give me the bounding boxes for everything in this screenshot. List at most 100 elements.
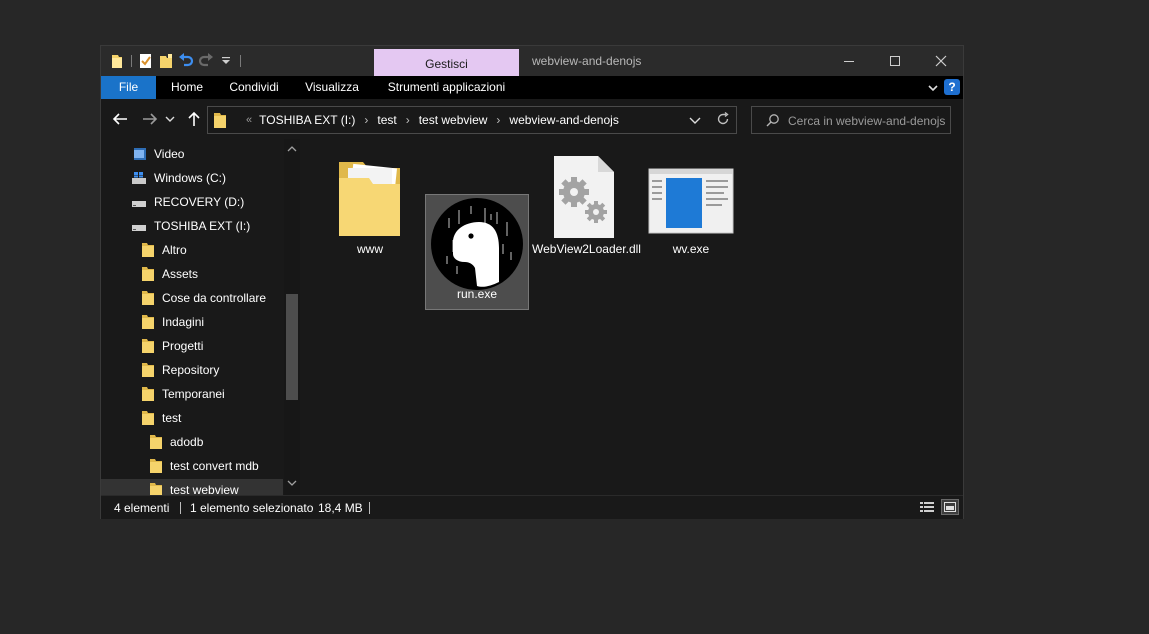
folder-icon [150,483,162,495]
large-icons-view-button[interactable] [941,499,959,515]
nav-item-label: RECOVERY (D:) [154,195,245,209]
drive-icon [132,201,146,207]
arrow-up-icon [188,111,200,126]
nav-item-toshiba-ext[interactable]: TOSHIBA EXT (I:) [131,215,250,237]
navigation-pane[interactable]: Video Windows (C:) RECOVERY (D:) TOSHIBA… [101,139,301,495]
file-item-wv-exe[interactable]: wv.exe [639,150,743,266]
scroll-up-button[interactable] [285,143,299,157]
file-item-www[interactable]: www [318,150,422,266]
recent-locations-button[interactable] [163,109,177,129]
file-item-webview2loader-dll[interactable]: WebView2Loader.dll [532,150,641,266]
address-history-button[interactable] [689,115,701,129]
forward-button[interactable] [139,109,161,129]
new-folder-icon[interactable] [158,53,174,69]
quick-access-toolbar [109,52,243,70]
large-icons-view-icon [944,502,956,512]
file-name: wv.exe [672,242,710,256]
nav-item-label: Progetti [162,339,204,353]
nav-item-label: adodb [170,435,204,449]
nav-item-indagini[interactable]: Indagini [141,311,204,333]
address-bar[interactable]: « TOSHIBA EXT (I:) › test › test webview… [207,106,737,134]
chevron-right-icon[interactable]: › [496,113,500,127]
nav-item-label: test webview [170,483,239,495]
search-box[interactable] [751,106,951,134]
details-view-icon [920,502,934,512]
breadcrumb-item[interactable]: TOSHIBA EXT (I:) [259,113,355,127]
maximize-button[interactable] [872,46,918,76]
breadcrumb-item[interactable]: webview-and-denojs [509,113,618,127]
folder-icon [142,243,154,257]
ribbon-expand-button[interactable] [927,82,939,94]
breadcrumb-overflow[interactable]: « [246,114,252,126]
search-input[interactable] [786,111,950,131]
folder-icon [142,267,154,281]
nav-item-recovery-d[interactable]: RECOVERY (D:) [131,191,244,213]
folder-icon [150,435,162,449]
breadcrumb-item[interactable]: test webview [419,113,488,127]
nav-item-test-convert-mdb[interactable]: test convert mdb [149,455,259,477]
arrow-right-icon [143,113,158,125]
nav-item-temporanei[interactable]: Temporanei [141,383,225,405]
nav-item-altro[interactable]: Altro [141,239,187,261]
redo-icon[interactable] [198,53,214,69]
selection-info: 1 elemento selezionato [190,501,314,515]
nav-item-adodb[interactable]: adodb [149,431,203,453]
nav-item-label: Temporanei [162,387,225,401]
refresh-icon [717,111,729,125]
arrow-left-icon [112,113,127,125]
folder-icon [213,111,227,132]
file-name: www [357,242,383,256]
windows-drive-icon [132,172,146,184]
tab-condividi[interactable]: Condividi [222,76,286,99]
dll-gears-icon [554,156,614,238]
breadcrumb-item[interactable]: test [377,113,396,127]
undo-icon[interactable] [178,53,194,69]
breadcrumb: « TOSHIBA EXT (I:) › test › test webview… [246,107,619,133]
nav-item-windows-c[interactable]: Windows (C:) [131,167,226,189]
up-button[interactable] [183,109,205,129]
title-bar[interactable]: Gestisci webview-and-denojs [101,46,964,77]
file-name: run.exe [456,287,498,301]
status-divider [369,502,370,514]
tab-gestisci[interactable]: Gestisci [374,49,519,77]
help-button[interactable]: ? [944,79,960,95]
nav-item-test-webview[interactable]: test webview [101,479,283,495]
tab-strumenti-applicazioni[interactable]: Strumenti applicazioni [381,76,512,99]
file-list[interactable]: www run.exe WebView2Loader.dll wv.exe [301,139,963,495]
toolbar-divider [240,55,241,67]
customize-dropdown-icon[interactable] [218,53,234,69]
nav-scrollbar-thumb[interactable] [286,294,298,400]
chevron-right-icon[interactable]: › [364,113,368,127]
nav-item-label: Assets [162,267,199,281]
drive-icon [132,225,146,231]
status-divider [180,502,181,514]
folder-icon [142,387,154,401]
nav-item-repository[interactable]: Repository [141,359,219,381]
back-button[interactable] [109,109,131,129]
nav-item-assets[interactable]: Assets [141,263,198,285]
refresh-button[interactable] [716,111,730,129]
minimize-button[interactable] [826,46,872,76]
chevron-right-icon[interactable]: › [406,113,410,127]
nav-item-test[interactable]: test [141,407,181,429]
nav-item-label: Indagini [162,315,205,329]
nav-item-progetti[interactable]: Progetti [141,335,203,357]
selection-size: 18,4 MB [318,501,363,515]
details-view-button[interactable] [918,499,936,515]
nav-item-label: TOSHIBA EXT (I:) [154,219,251,233]
nav-item-label: Repository [162,363,220,377]
nav-item-video[interactable]: Video [131,143,184,165]
file-item-run-exe[interactable]: run.exe [425,194,529,310]
close-button[interactable] [918,46,964,76]
nav-item-cose-da-controllare[interactable]: Cose da controllare [141,287,266,309]
file-name: WebView2Loader.dll [532,242,641,256]
scroll-down-button[interactable] [285,477,299,491]
tab-home[interactable]: Home [163,76,211,99]
folder-icon [150,459,162,473]
tab-file[interactable]: File [101,76,156,99]
chevron-down-icon [165,116,175,122]
tab-visualizza[interactable]: Visualizza [298,76,366,99]
folder-icon[interactable] [109,53,125,69]
chevron-up-icon [287,146,297,152]
properties-icon[interactable] [138,53,154,69]
